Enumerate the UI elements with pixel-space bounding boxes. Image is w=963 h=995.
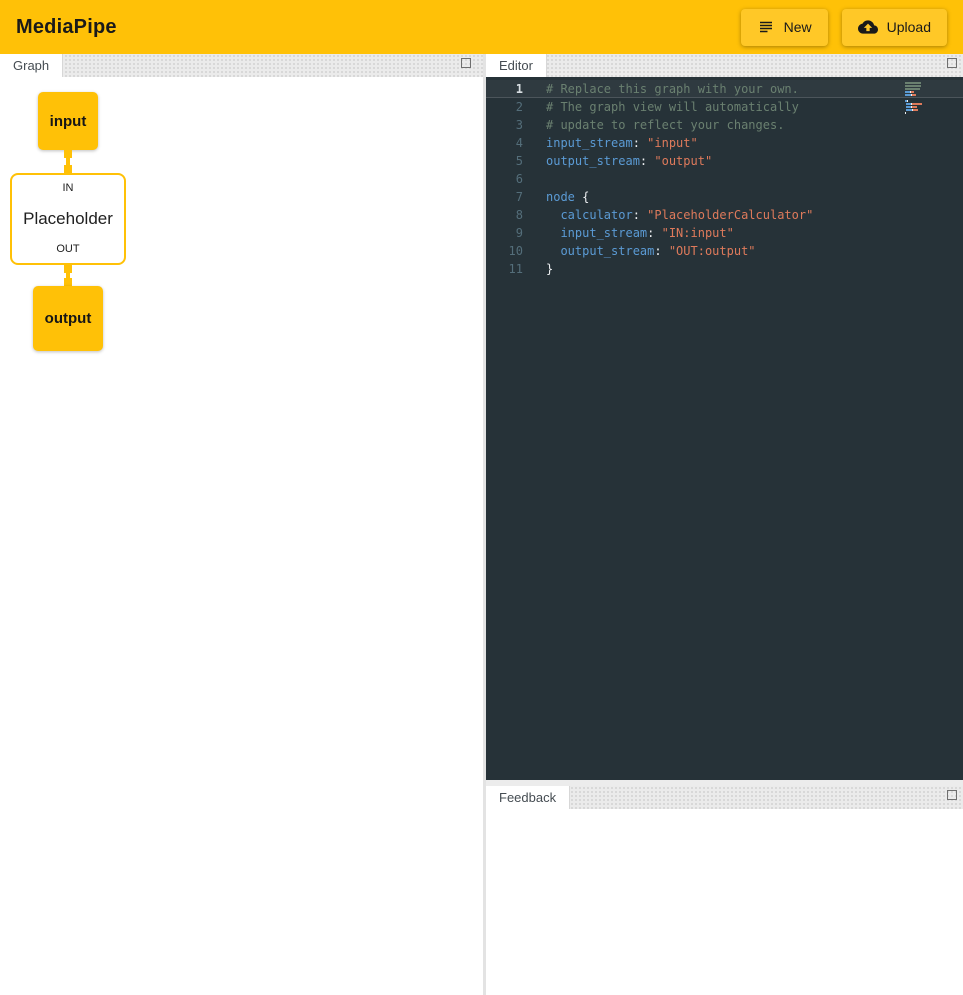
header-actions: New Upload <box>741 9 953 46</box>
code-line-text: input_stream: "IN:input" <box>523 224 734 242</box>
app-title: MediaPipe <box>16 16 117 39</box>
code-line[interactable]: 3# update to reflect your changes. <box>486 116 963 134</box>
code-line[interactable]: 6 <box>486 170 963 188</box>
cloud-upload-icon <box>858 17 878 37</box>
line-number: 10 <box>486 242 523 260</box>
editor-panel: Editor 1# Replace this graph with your o… <box>486 54 963 780</box>
code-line-text: node { <box>523 188 589 206</box>
line-number: 7 <box>486 188 523 206</box>
line-number: 8 <box>486 206 523 224</box>
line-number: 4 <box>486 134 523 152</box>
graph-node-placeholder[interactable]: IN Placeholder OUT <box>10 173 126 265</box>
feedback-content <box>486 809 963 995</box>
code-line[interactable]: 1# Replace this graph with your own. <box>486 80 963 98</box>
edge-input-to-placeholder <box>66 152 70 171</box>
editor-tabstrip: Editor <box>486 54 963 77</box>
expand-icon-graph[interactable] <box>461 58 471 68</box>
port-in-label: IN <box>63 182 74 194</box>
expand-icon-feedback[interactable] <box>947 790 957 800</box>
feedback-tabstrip: Feedback <box>486 786 963 809</box>
tab-graph[interactable]: Graph <box>0 54 63 77</box>
line-number: 1 <box>486 80 523 98</box>
code-line[interactable]: 11} <box>486 260 963 278</box>
code-line-text: } <box>523 260 553 278</box>
code-line[interactable]: 9 input_stream: "IN:input" <box>486 224 963 242</box>
code-line[interactable]: 10 output_stream: "OUT:output" <box>486 242 963 260</box>
line-number: 5 <box>486 152 523 170</box>
upload-button-label: Upload <box>887 19 931 35</box>
graph-node-input[interactable]: input <box>38 92 98 150</box>
placeholder-node-title: Placeholder <box>23 209 113 229</box>
code-line[interactable]: 8 calculator: "PlaceholderCalculator" <box>486 206 963 224</box>
code-line[interactable]: 2# The graph view will automatically <box>486 98 963 116</box>
code-line[interactable]: 5output_stream: "output" <box>486 152 963 170</box>
code-line-text: output_stream: "OUT:output" <box>523 242 756 260</box>
line-number: 2 <box>486 98 523 116</box>
minimap[interactable] <box>905 82 943 115</box>
code-line[interactable]: 4input_stream: "input" <box>486 134 963 152</box>
right-column: Editor 1# Replace this graph with your o… <box>486 54 963 995</box>
expand-icon-editor[interactable] <box>947 58 957 68</box>
code-line[interactable]: 7node { <box>486 188 963 206</box>
code-line-text: output_stream: "output" <box>523 152 712 170</box>
upload-button[interactable]: Upload <box>842 9 947 46</box>
code-editor[interactable]: 1# Replace this graph with your own.2# T… <box>486 77 963 780</box>
tab-feedback[interactable]: Feedback <box>486 786 570 809</box>
code-line-text: # Replace this graph with your own. <box>523 80 799 98</box>
code-line-text: input_stream: "input" <box>523 134 698 152</box>
line-number: 9 <box>486 224 523 242</box>
graph-panel: Graph input IN Placeholder OUT output <box>0 54 483 995</box>
main-area: Graph input IN Placeholder OUT output Ed… <box>0 54 963 995</box>
code-lines: 1# Replace this graph with your own.2# T… <box>486 80 963 278</box>
new-button[interactable]: New <box>741 9 828 46</box>
menu-lines-icon <box>757 18 775 36</box>
line-number: 3 <box>486 116 523 134</box>
tab-editor[interactable]: Editor <box>486 54 547 77</box>
code-line-text: calculator: "PlaceholderCalculator" <box>523 206 813 224</box>
graph-tabstrip: Graph <box>0 54 483 77</box>
port-out-label: OUT <box>56 243 79 255</box>
edge-placeholder-to-output <box>66 267 70 284</box>
new-button-label: New <box>784 19 812 35</box>
graph-node-output[interactable]: output <box>33 286 103 351</box>
code-line-text: # update to reflect your changes. <box>523 116 784 134</box>
feedback-panel: Feedback <box>486 786 963 995</box>
code-line-text: # The graph view will automatically <box>523 98 799 116</box>
header: MediaPipe New Upload <box>0 0 963 54</box>
graph-canvas[interactable]: input IN Placeholder OUT output <box>0 77 483 995</box>
line-number: 11 <box>486 260 523 278</box>
line-number: 6 <box>486 170 523 188</box>
code-line-text <box>523 170 546 188</box>
